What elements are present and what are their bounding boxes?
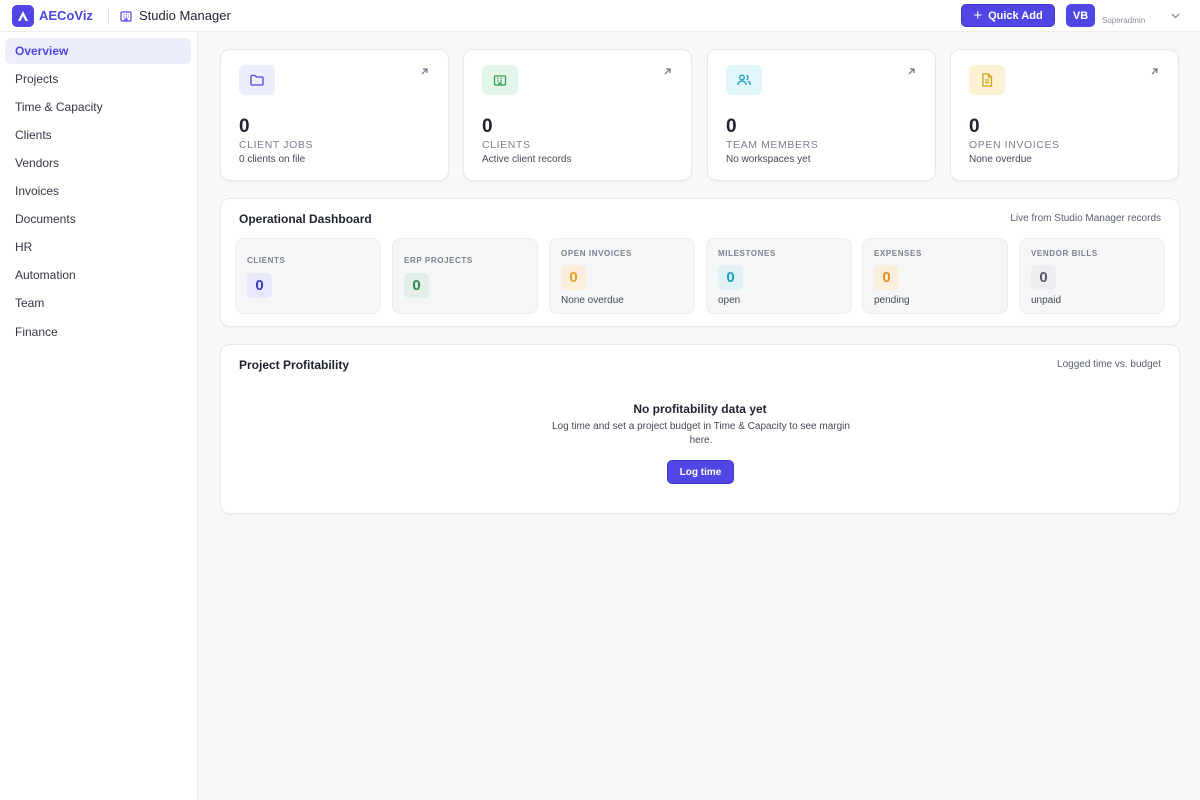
sidebar-item-overview[interactable]: Overview xyxy=(5,38,191,64)
top-bar: AECoViz Studio Manager + Quick Add VB Su… xyxy=(0,0,1200,32)
stat-value: 0 xyxy=(969,116,980,137)
mini-value: 0 xyxy=(718,265,743,290)
stat-card-team-members[interactable]: 0 TEAM MEMBERS No workspaces yet xyxy=(707,49,936,181)
mini-label: ERP PROJECTS xyxy=(404,256,473,265)
empty-state-description: Log time and set a project budget in Tim… xyxy=(552,421,850,446)
stat-label: CLIENT JOBS xyxy=(239,139,314,151)
stat-card-client-jobs[interactable]: 0 CLIENT JOBS 0 clients on file xyxy=(220,49,449,181)
mini-value: 0 xyxy=(247,273,272,298)
stat-subtext: Active client records xyxy=(482,154,572,165)
mini-value: 0 xyxy=(874,265,899,290)
sidebar-item-finance[interactable]: Finance xyxy=(5,319,191,345)
stat-label: TEAM MEMBERS xyxy=(726,139,819,151)
quick-add-button[interactable]: + Quick Add xyxy=(961,4,1055,27)
mini-value: 0 xyxy=(404,273,429,298)
section-title: Operational Dashboard xyxy=(239,212,372,226)
stat-value: 0 xyxy=(482,116,493,137)
stat-icon-box xyxy=(239,65,275,95)
arrow-up-right-icon[interactable] xyxy=(1149,66,1160,77)
mini-label: MILESTONES xyxy=(718,249,776,258)
section-note: Live from Studio Manager records xyxy=(1010,213,1161,224)
section-note: Logged time vs. budget xyxy=(1057,359,1161,370)
mini-value: 0 xyxy=(561,265,586,290)
mini-value: 0 xyxy=(1031,265,1056,290)
arrow-up-right-icon[interactable] xyxy=(662,66,673,77)
sidebar-item-automation[interactable]: Automation xyxy=(5,262,191,288)
mini-subtext: unpaid xyxy=(1031,295,1062,306)
mini-label: CLIENTS xyxy=(247,256,286,265)
stat-icon-box xyxy=(969,65,1005,95)
stat-value: 0 xyxy=(239,116,250,137)
sidebar-item-projects[interactable]: Projects xyxy=(5,66,191,92)
section-title: Project Profitability xyxy=(239,358,350,372)
stat-subtext: No workspaces yet xyxy=(726,154,811,165)
mini-subtext: open xyxy=(718,295,741,306)
building-icon xyxy=(120,11,132,22)
users-icon xyxy=(737,74,751,86)
stat-card-open-invoices[interactable]: 0 OPEN INVOICES None overdue xyxy=(950,49,1179,181)
stat-subtext: 0 clients on file xyxy=(239,154,306,165)
operational-dashboard-card: Operational Dashboard Live from Studio M… xyxy=(220,198,1180,327)
mini-label: OPEN INVOICES xyxy=(561,249,632,258)
sidebar-item-vendors[interactable]: Vendors xyxy=(5,150,191,176)
sidebar-item-clients[interactable]: Clients xyxy=(5,122,191,148)
document-icon xyxy=(982,73,993,87)
aecoviz-logo-icon[interactable] xyxy=(12,5,34,27)
stat-label: OPEN INVOICES xyxy=(969,139,1060,151)
sidebar: Overview Projects Time & Capacity Client… xyxy=(0,32,198,800)
stat-subtext: None overdue xyxy=(969,154,1032,165)
arrow-up-right-icon[interactable] xyxy=(419,66,430,77)
mini-card-erp-projects[interactable]: ERP PROJECTS 0 xyxy=(392,238,538,314)
log-time-button[interactable]: Log time xyxy=(667,460,734,484)
mini-card-expenses[interactable]: EXPENSES 0 pending xyxy=(862,238,1008,314)
mini-card-vendor-bills[interactable]: VENDOR BILLS 0 unpaid xyxy=(1019,238,1165,314)
user-avatar[interactable]: VB xyxy=(1066,4,1095,27)
user-role: Superadmin xyxy=(1102,16,1146,25)
mini-card-clients[interactable]: CLIENTS 0 xyxy=(235,238,381,314)
sidebar-item-team[interactable]: Team xyxy=(5,290,191,316)
header-divider xyxy=(108,8,109,24)
mini-subtext: None overdue xyxy=(561,295,624,306)
stat-icon-box xyxy=(482,65,518,95)
arrow-up-right-icon[interactable] xyxy=(906,66,917,77)
module-title: Studio Manager xyxy=(139,8,231,23)
quick-add-label: Quick Add xyxy=(988,9,1043,22)
project-profitability-card: Project Profitability Logged time vs. bu… xyxy=(220,344,1180,514)
folder-icon xyxy=(250,74,264,86)
mini-card-open-invoices[interactable]: OPEN INVOICES 0 None overdue xyxy=(549,238,695,314)
stat-value: 0 xyxy=(726,116,737,137)
stat-label: CLIENTS xyxy=(482,139,531,151)
plus-icon: + xyxy=(973,7,983,24)
mini-label: EXPENSES xyxy=(874,249,922,258)
sidebar-item-time-capacity[interactable]: Time & Capacity xyxy=(5,94,191,120)
mini-subtext: pending xyxy=(874,295,910,306)
sidebar-item-documents[interactable]: Documents xyxy=(5,206,191,232)
sidebar-item-invoices[interactable]: Invoices xyxy=(5,178,191,204)
stat-card-clients[interactable]: 0 CLIENTS Active client records xyxy=(463,49,692,181)
empty-state-title: No profitability data yet xyxy=(633,402,767,416)
sidebar-item-hr[interactable]: HR xyxy=(5,234,191,260)
mini-card-milestones[interactable]: MILESTONES 0 open xyxy=(706,238,852,314)
building-icon xyxy=(493,75,507,86)
mini-label: VENDOR BILLS xyxy=(1031,249,1098,258)
chevron-down-icon[interactable] xyxy=(1170,10,1181,21)
stat-icon-box xyxy=(726,65,762,95)
brand-name[interactable]: AECoViz xyxy=(39,8,93,23)
